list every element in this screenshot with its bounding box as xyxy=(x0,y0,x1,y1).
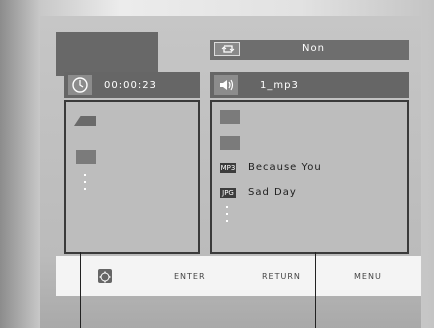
folder-icon[interactable] xyxy=(76,150,96,164)
speaker-icon xyxy=(214,75,238,95)
enter-button[interactable]: ENTER xyxy=(174,272,206,281)
control-bar: ENTER RETURN MENU xyxy=(56,256,421,296)
mp3-file-icon: MP3 xyxy=(220,163,236,173)
header-block xyxy=(56,32,158,76)
navigation-pad-icon[interactable] xyxy=(98,269,112,283)
right-panel-header: 1_mp3 xyxy=(210,72,409,98)
left-panel-header: 00:00:23 xyxy=(64,72,200,98)
elapsed-time: 00:00:23 xyxy=(104,80,157,91)
folder-icon[interactable] xyxy=(220,110,240,124)
current-folder-title: 1_mp3 xyxy=(260,80,299,91)
menu-button[interactable]: MENU xyxy=(354,272,382,281)
repeat-icon xyxy=(214,42,240,56)
callout-line-right xyxy=(315,252,316,328)
more-items-indicator xyxy=(84,174,88,195)
folder-icon[interactable] xyxy=(220,136,240,150)
folder-tree-panel[interactable] xyxy=(64,100,200,254)
repeat-mode: Non xyxy=(302,43,325,54)
file-row[interactable]: MP3 Because You xyxy=(220,162,400,176)
file-name: Sad Day xyxy=(248,187,297,198)
menu-screen: Non 00:00:23 1_mp3 MP3 Because You JPG S… xyxy=(40,16,421,328)
folder-icon[interactable] xyxy=(74,116,96,126)
jpg-file-icon: JPG xyxy=(220,188,236,198)
file-list-panel[interactable]: MP3 Because You JPG Sad Day xyxy=(210,100,409,254)
file-row[interactable]: JPG Sad Day xyxy=(220,187,400,201)
return-button[interactable]: RETURN xyxy=(262,272,301,281)
callout-line-left xyxy=(80,252,81,328)
repeat-bar[interactable]: Non xyxy=(210,40,409,60)
more-items-indicator xyxy=(226,206,230,227)
file-name: Because You xyxy=(248,162,322,173)
timer-icon xyxy=(68,75,92,95)
